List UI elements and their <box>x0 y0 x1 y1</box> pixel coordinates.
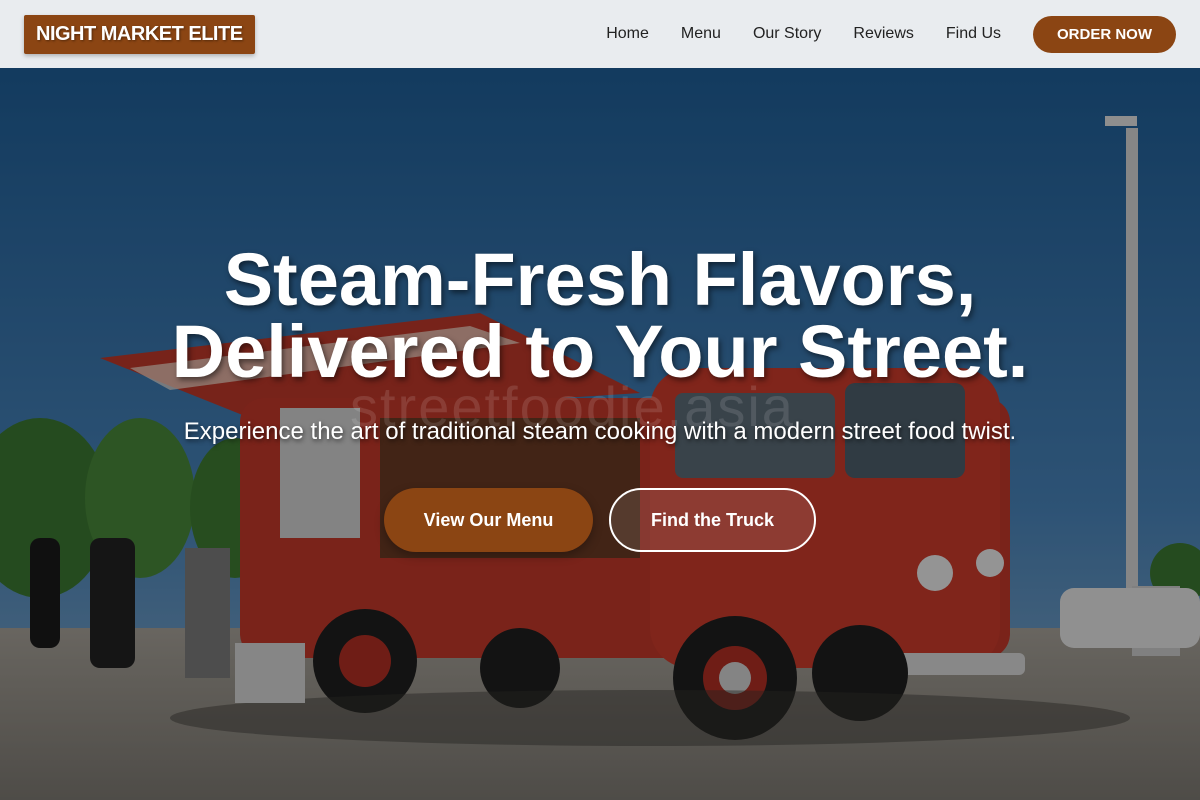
order-now-button[interactable]: ORDER NOW <box>1033 15 1176 53</box>
main-nav: Home Menu Our Story Reviews Find Us ORDE… <box>606 15 1176 53</box>
nav-our-story[interactable]: Our Story <box>753 25 821 43</box>
hero-subtitle: Experience the art of traditional steam … <box>183 418 1017 445</box>
site-logo[interactable]: NIGHT MARKET ELITE <box>24 14 255 54</box>
hero-title-line-2: Delivered to Your Street. <box>171 310 1029 393</box>
nav-home[interactable]: Home <box>606 25 649 43</box>
hero-title-line-1: Steam-Fresh Flavors, <box>223 238 977 321</box>
site-header: NIGHT MARKET ELITE Home Menu Our Story R… <box>0 0 1200 68</box>
nav-find-us[interactable]: Find Us <box>946 25 1001 43</box>
hero-title: Steam-Fresh Flavors, Delivered to Your S… <box>0 243 1200 389</box>
view-menu-button[interactable]: View Our Menu <box>384 488 593 552</box>
hero-content: Steam-Fresh Flavors, Delivered to Your S… <box>0 68 1200 800</box>
nav-reviews[interactable]: Reviews <box>853 25 913 43</box>
find-truck-button[interactable]: Find the Truck <box>609 488 816 552</box>
hero-section: streetfoodie.asia Steam-Fresh Flavors, D… <box>0 68 1200 800</box>
nav-menu[interactable]: Menu <box>681 25 721 43</box>
